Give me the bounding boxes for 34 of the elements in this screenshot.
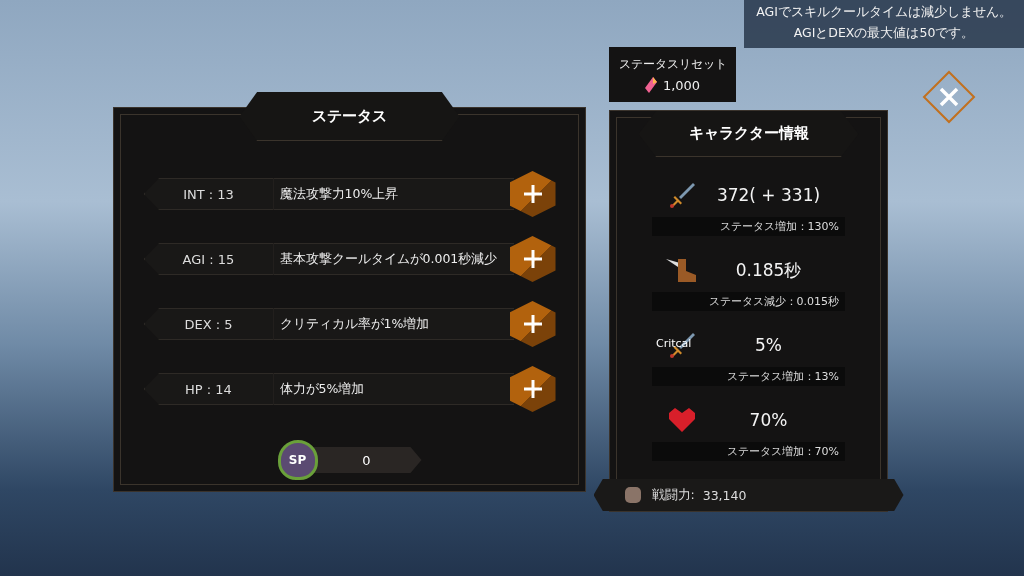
stat-label: INT : 13 <box>143 178 274 210</box>
stat-label: HP : 14 <box>143 373 274 405</box>
sp-badge: SP <box>277 440 318 480</box>
stat-effect: 魔法攻撃力10%上昇 <box>273 178 514 210</box>
panel-title: ステータス <box>239 92 460 141</box>
heart-icon <box>668 408 696 433</box>
notice-text: AGIとDEXの最大値は50です。 <box>793 25 975 42</box>
stat-effect: クリティカル率が1%増加 <box>273 308 514 340</box>
stat-effect: 体力が5%増加 <box>273 373 514 405</box>
stat-label: AGI : 15 <box>143 243 274 275</box>
winged-boot-icon <box>666 257 698 284</box>
stat-detail: ステータス増加：70% <box>652 442 845 462</box>
stat-value: 372( + 331) <box>715 185 822 206</box>
stat-value: 70% <box>748 410 789 431</box>
stat-detail: ステータス増加：130% <box>652 217 845 237</box>
close-button[interactable] <box>922 70 976 124</box>
plus-icon <box>522 314 543 334</box>
stat-value: 0.185秒 <box>734 258 803 282</box>
combat-power-label: 戦闘力: <box>651 486 695 504</box>
reset-cost: 1,000 <box>662 77 701 93</box>
stat-effect: 基本攻撃クールタイムが0.001秒減少 <box>273 243 514 275</box>
stat-detail: ステータス減少：0.015秒 <box>652 292 845 312</box>
sword-icon <box>668 181 696 210</box>
sp-value: 0 <box>311 447 422 473</box>
stat-value: 5% <box>754 335 783 356</box>
combat-power-value: 33,140 <box>702 487 747 503</box>
plus-icon <box>522 379 543 399</box>
status-reset-button[interactable]: ステータスリセット 1,000 <box>609 47 736 102</box>
stat-label: DEX : 5 <box>143 308 274 340</box>
crystal-icon <box>644 77 657 93</box>
stat-detail: ステータス増加：13% <box>652 367 845 387</box>
plus-icon <box>522 249 543 269</box>
plus-icon <box>522 184 543 204</box>
notice-text: AGIでスキルクールタイムは減少しません。 <box>756 4 1012 21</box>
